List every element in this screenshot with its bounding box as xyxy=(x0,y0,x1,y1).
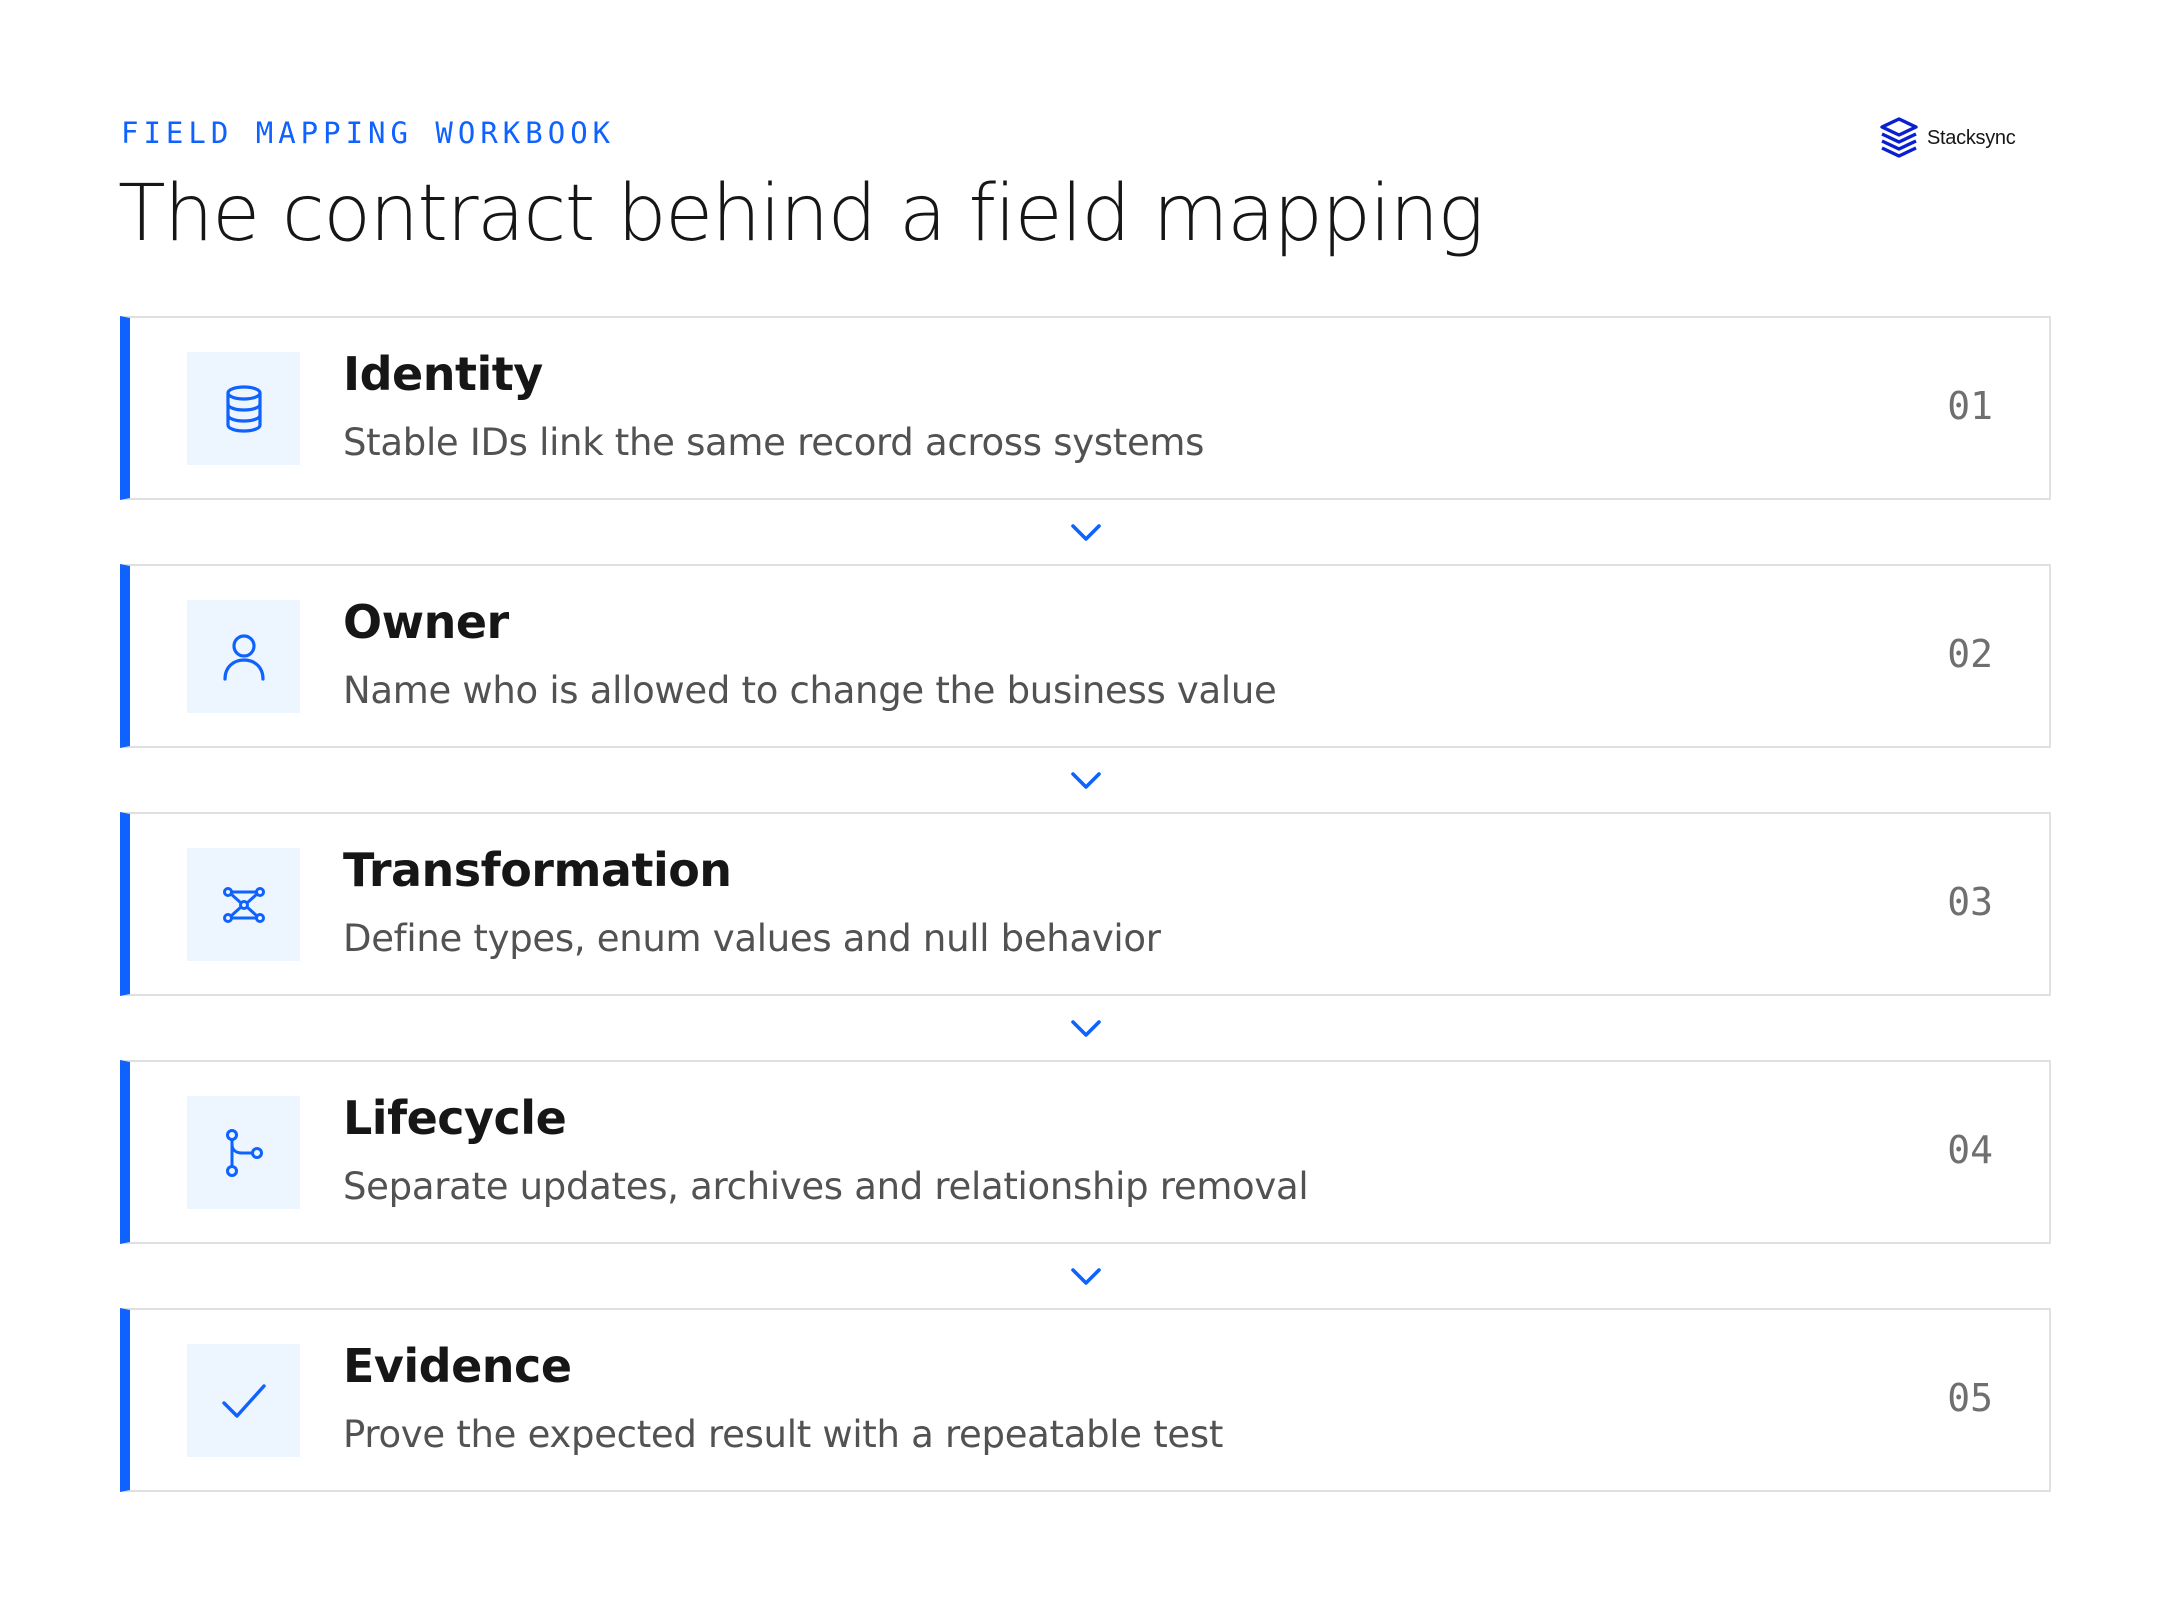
step-description: Stable IDs link the same record across s… xyxy=(343,421,1205,464)
step-description: Prove the expected result with a repeata… xyxy=(343,1413,1224,1456)
database-icon xyxy=(220,383,268,435)
step-number: 05 xyxy=(1947,1376,1993,1420)
chevron-down-icon xyxy=(1068,1016,1104,1040)
step-card-transformation: Transformation Define types, enum values… xyxy=(120,812,2051,996)
step-icon-box xyxy=(187,352,300,465)
step-title: Evidence xyxy=(343,1339,572,1393)
step-icon-box xyxy=(187,600,300,713)
step-icon-box xyxy=(187,848,300,961)
step-description: Define types, enum values and null behav… xyxy=(343,917,1161,960)
step-number: 04 xyxy=(1947,1128,1993,1172)
step-icon-box xyxy=(187,1096,300,1209)
step-connector xyxy=(120,748,2051,812)
checkmark-icon xyxy=(220,1379,268,1423)
step-card-owner: Owner Name who is allowed to change the … xyxy=(120,564,2051,748)
branch-icon xyxy=(220,1127,268,1179)
step-card-lifecycle: Lifecycle Separate updates, archives and… xyxy=(120,1060,2051,1244)
brand-name: Stacksync xyxy=(1927,126,2016,149)
data-mapping-icon xyxy=(220,883,268,927)
step-icon-box xyxy=(187,1344,300,1457)
step-title: Transformation xyxy=(343,843,732,897)
step-title: Identity xyxy=(343,347,543,401)
step-connector xyxy=(120,500,2051,564)
step-description: Separate updates, archives and relations… xyxy=(343,1165,1309,1208)
page-title: The contract behind a field mapping xyxy=(118,169,1484,259)
step-title: Owner xyxy=(343,595,509,649)
chevron-down-icon xyxy=(1068,1264,1104,1288)
mapping-steps: Identity Stable IDs link the same record… xyxy=(120,316,2051,1492)
chevron-down-icon xyxy=(1068,520,1104,544)
step-connector xyxy=(120,996,2051,1060)
step-card-identity: Identity Stable IDs link the same record… xyxy=(120,316,2051,500)
stacksync-logo-icon xyxy=(1877,116,1921,160)
step-title: Lifecycle xyxy=(343,1091,567,1145)
brand-logo: Stacksync xyxy=(1877,116,2016,160)
step-description: Name who is allowed to change the busine… xyxy=(343,669,1277,712)
workbook-eyebrow: FIELD MAPPING WORKBOOK xyxy=(121,116,616,150)
step-number: 03 xyxy=(1947,880,1993,924)
chevron-down-icon xyxy=(1068,768,1104,792)
step-connector xyxy=(120,1244,2051,1308)
step-card-evidence: Evidence Prove the expected result with … xyxy=(120,1308,2051,1492)
user-icon xyxy=(220,631,268,683)
step-number: 01 xyxy=(1947,384,1993,428)
step-number: 02 xyxy=(1947,632,1993,676)
